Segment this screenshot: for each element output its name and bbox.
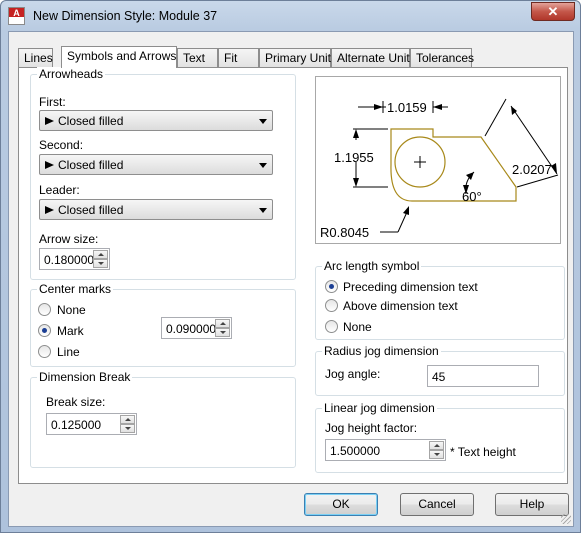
- closed-filled-arrow-icon: [45, 206, 54, 214]
- center-mark-mark-radio[interactable]: [38, 324, 51, 337]
- preview-dim-right: 2.0207: [512, 162, 552, 177]
- break-size-value: 0.125000: [51, 418, 102, 432]
- tab-text[interactable]: Text: [177, 48, 218, 67]
- autocad-app-icon: A: [8, 7, 25, 25]
- arc-length-symbol-group: Arc length symbol Preceding dimension te…: [315, 259, 565, 340]
- chevron-down-icon: [259, 163, 267, 168]
- center-mark-none-radio[interactable]: [38, 303, 51, 316]
- tab-primary-units[interactable]: Primary Units: [259, 48, 337, 67]
- tab-lines[interactable]: Lines: [18, 48, 53, 67]
- first-arrowhead-value: Closed filled: [58, 114, 124, 128]
- center-mark-size-stepper[interactable]: 0.090000: [161, 317, 232, 339]
- cancel-button[interactable]: Cancel: [400, 493, 474, 516]
- leader-arrowhead-select[interactable]: Closed filled: [39, 199, 273, 220]
- linear-jog-group: Linear jog dimension Jog height factor: …: [315, 401, 565, 473]
- spin-up-icon[interactable]: [429, 441, 444, 450]
- jog-angle-input[interactable]: 45: [427, 365, 539, 387]
- chevron-down-icon: [259, 119, 267, 124]
- chevron-down-icon: [259, 208, 267, 213]
- second-arrowhead-value: Closed filled: [58, 158, 124, 172]
- center-mark-none-label: None: [57, 303, 86, 317]
- closed-filled-arrow-icon: [45, 161, 54, 169]
- arc-preceding-radio[interactable]: [325, 280, 338, 293]
- title-bar[interactable]: A New Dimension Style: Module 37 ✕: [1, 1, 580, 31]
- jog-angle-label: Jog angle:: [325, 367, 381, 381]
- arrowheads-group-label: Arrowheads: [37, 67, 106, 81]
- resize-grip[interactable]: [561, 514, 571, 524]
- tab-symbols-and-arrows[interactable]: Symbols and Arrows: [61, 46, 177, 68]
- tab-tolerances[interactable]: Tolerances: [410, 48, 474, 67]
- first-label: First:: [39, 95, 66, 109]
- spin-up-icon[interactable]: [215, 319, 230, 328]
- arc-above-label: Above dimension text: [343, 299, 458, 313]
- center-mark-mark-label: Mark: [57, 324, 84, 338]
- jog-height-stepper[interactable]: 1.500000: [325, 439, 446, 461]
- break-size-label: Break size:: [46, 395, 106, 409]
- linear-jog-group-label: Linear jog dimension: [322, 401, 437, 415]
- jog-angle-value: 45: [432, 370, 446, 384]
- window-title: New Dimension Style: Module 37: [33, 9, 218, 23]
- arrow-size-label: Arrow size:: [39, 232, 99, 246]
- break-size-stepper[interactable]: 0.125000: [46, 413, 137, 435]
- arc-length-symbol-group-label: Arc length symbol: [322, 259, 422, 273]
- arc-none-label: None: [343, 320, 372, 334]
- preview-drawing: 1.0159 1.1955 2.0207 60° R0.8045: [320, 98, 559, 240]
- leader-arrowhead-value: Closed filled: [58, 203, 124, 217]
- arrowheads-group: Arrowheads First: Closed filled Second: …: [30, 67, 296, 280]
- ok-button[interactable]: OK: [304, 493, 378, 516]
- radius-jog-group-label: Radius jog dimension: [322, 344, 441, 358]
- closed-filled-arrow-icon: [45, 117, 54, 125]
- jog-height-label: Jog height factor:: [325, 421, 418, 435]
- center-mark-line-label: Line: [57, 345, 80, 359]
- preview-angle: 60°: [462, 189, 482, 204]
- leader-label: Leader:: [39, 183, 80, 197]
- text-height-suffix: * Text height: [450, 445, 516, 459]
- jog-height-value: 1.500000: [330, 444, 381, 458]
- tab-alternate-units[interactable]: Alternate Units: [331, 48, 416, 67]
- dialog-client: Lines Symbols and Arrows Text Fit Primar…: [8, 31, 574, 527]
- preview-dim-left: 1.1955: [334, 150, 374, 165]
- arc-none-radio[interactable]: [325, 320, 338, 333]
- spin-down-icon[interactable]: [120, 424, 135, 433]
- spin-up-icon[interactable]: [120, 415, 135, 424]
- arrow-size-value: 0.180000: [44, 253, 95, 267]
- center-mark-size-value: 0.090000: [166, 322, 217, 336]
- preview-dim-top: 1.0159: [387, 100, 427, 115]
- spin-down-icon[interactable]: [93, 259, 108, 268]
- arc-preceding-label: Preceding dimension text: [343, 280, 478, 294]
- preview-radius: R0.8045: [320, 225, 369, 240]
- arc-above-radio[interactable]: [325, 299, 338, 312]
- spin-down-icon[interactable]: [215, 328, 230, 337]
- spin-up-icon[interactable]: [93, 250, 108, 259]
- dimension-break-group-label: Dimension Break: [37, 370, 133, 384]
- tab-fit[interactable]: Fit: [218, 48, 259, 67]
- center-mark-line-radio[interactable]: [38, 345, 51, 358]
- second-label: Second:: [39, 138, 84, 152]
- dimension-preview: 1.0159 1.1955 2.0207 60° R0.8045: [315, 76, 561, 244]
- dimension-break-group: Dimension Break Break size: 0.125000: [30, 370, 296, 468]
- radius-jog-group: Radius jog dimension Jog angle: 45: [315, 344, 565, 396]
- center-marks-group: Center marks None Mark Line 0.090000: [30, 282, 296, 367]
- help-button[interactable]: Help: [495, 493, 569, 516]
- close-button[interactable]: ✕: [531, 2, 575, 21]
- first-arrowhead-select[interactable]: Closed filled: [39, 110, 273, 131]
- center-marks-group-label: Center marks: [37, 282, 114, 296]
- second-arrowhead-select[interactable]: Closed filled: [39, 154, 273, 175]
- symbols-and-arrows-panel: Arrowheads First: Closed filled Second: …: [18, 67, 568, 484]
- spin-down-icon[interactable]: [429, 450, 444, 459]
- arrow-size-stepper[interactable]: 0.180000: [39, 248, 110, 270]
- dialog-window: A New Dimension Style: Module 37 ✕ Lines…: [0, 0, 581, 533]
